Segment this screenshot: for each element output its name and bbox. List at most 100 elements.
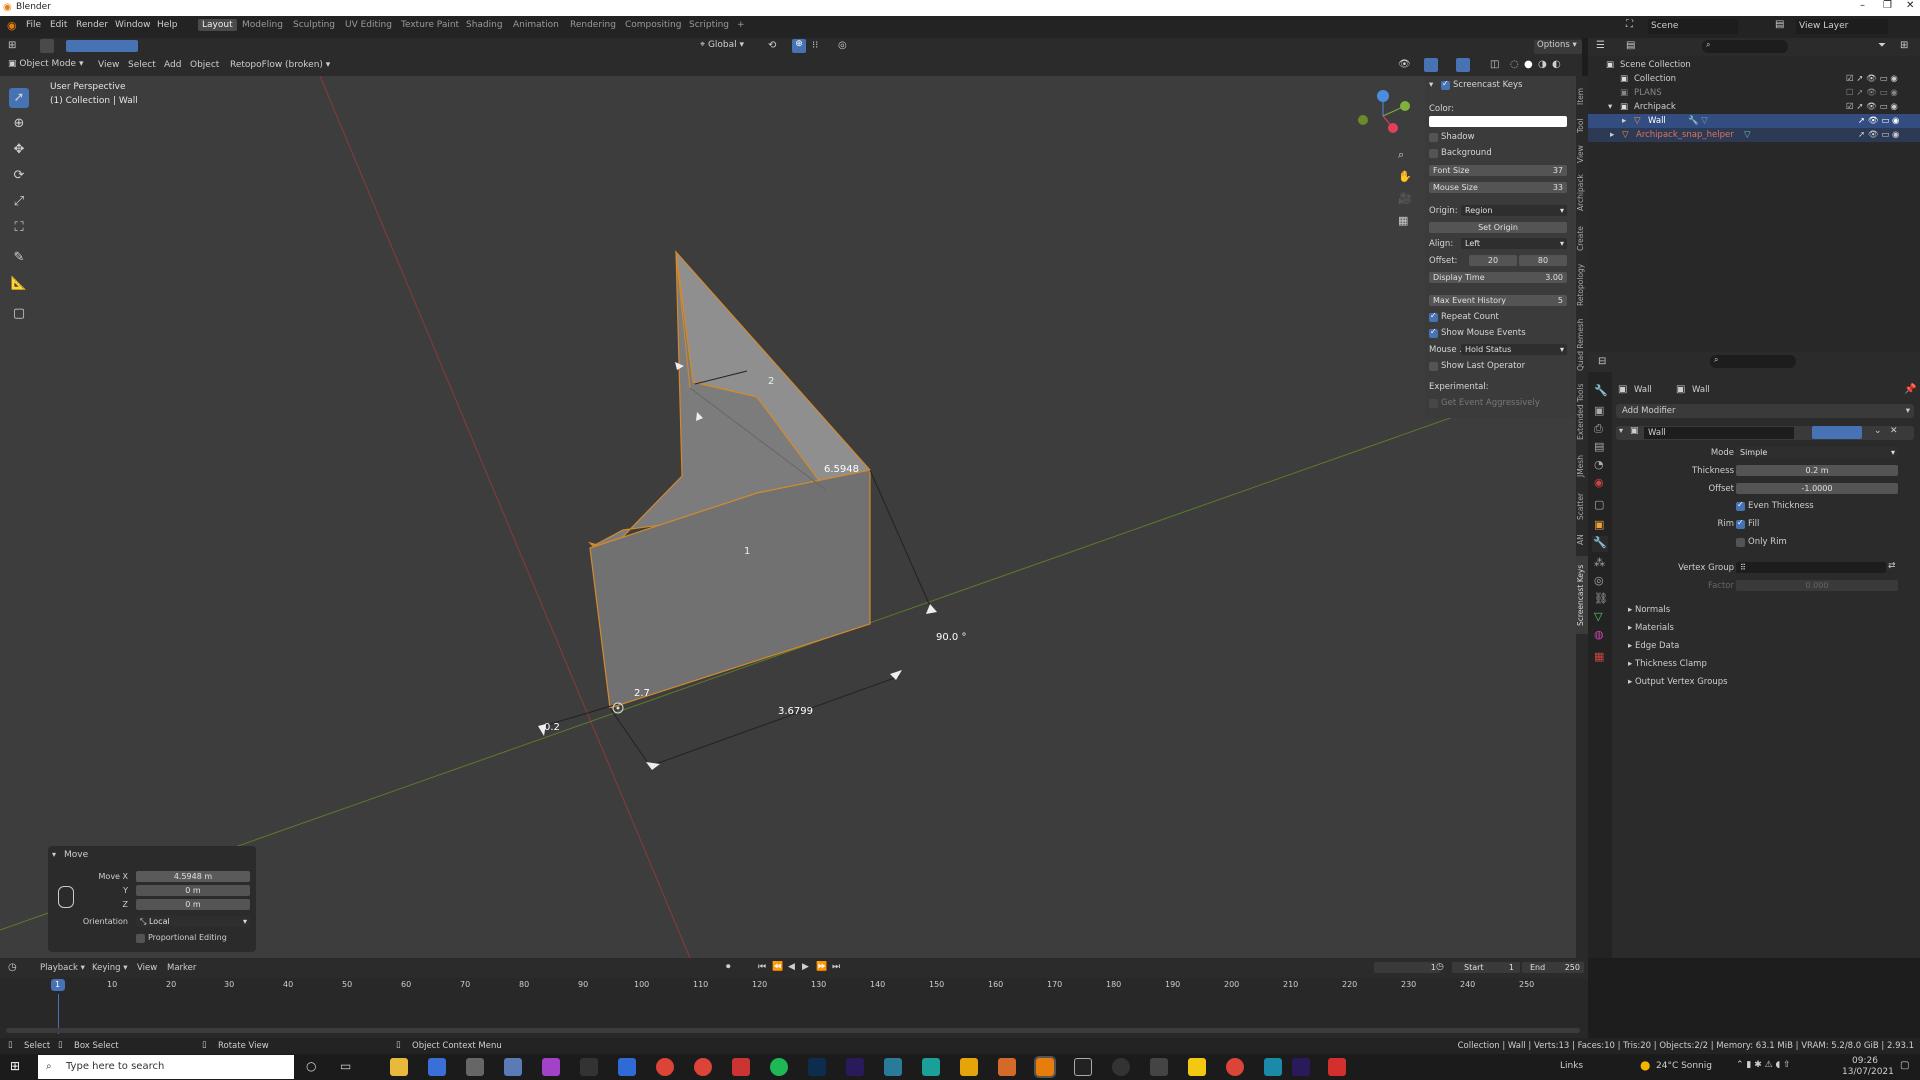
menu-help[interactable]: Help: [157, 20, 178, 30]
jump-end-icon[interactable]: ⏭: [832, 962, 840, 972]
section-materials[interactable]: ▸ Materials: [1628, 623, 1674, 633]
background-checkbox[interactable]: [1429, 149, 1438, 158]
display-time-field[interactable]: Display Time 3.00: [1429, 272, 1567, 283]
visibility-icons[interactable]: ☐ ➚ 👁 ▭ ◉: [1846, 86, 1898, 100]
data-tab-icon[interactable]: ▽: [1594, 610, 1602, 623]
outliner-search-input[interactable]: ⌕: [1702, 40, 1788, 53]
tab-create[interactable]: Create: [1576, 224, 1588, 254]
output-tab-icon[interactable]: ⎙: [1594, 422, 1603, 436]
shadow-checkbox[interactable]: [1429, 133, 1438, 142]
view-layer-icon[interactable]: ▤: [1775, 19, 1784, 30]
tab-sculpting[interactable]: Sculpting: [293, 20, 335, 30]
end-frame-field[interactable]: End 250: [1522, 962, 1584, 973]
3d-viewport[interactable]: User Perspective (1) Collection | Wall 2…: [0, 76, 1576, 958]
app-icon[interactable]: [732, 1058, 750, 1076]
notification-icon[interactable]: ▢: [1900, 1060, 1909, 1071]
timeline-view-menu[interactable]: View: [137, 963, 157, 973]
ortho-toggle-icon[interactable]: ▦: [1398, 214, 1408, 227]
tray-icons[interactable]: ⌃ ▮ ✱ ⚠ ◖ ⇧: [1736, 1060, 1791, 1070]
tab-scatter[interactable]: Scatter: [1576, 488, 1588, 524]
expand-icon[interactable]: ▾: [1608, 100, 1612, 114]
texture-tab-icon[interactable]: ▦: [1594, 650, 1604, 663]
record-icon[interactable]: ⏺: [726, 962, 731, 972]
menu-window[interactable]: Window: [115, 20, 151, 30]
outliner-item-snap-helper[interactable]: ▸ ▽ Archipack_snap_helper ▽ ➚ 👁 ▭ ◉: [1588, 128, 1920, 142]
proportional-editing-checkbox[interactable]: [136, 934, 145, 943]
app-icon[interactable]: [504, 1058, 522, 1076]
view-object-types-icon[interactable]: 👁: [1398, 59, 1411, 70]
tab-screencast-keys[interactable]: Screencast Keys: [1576, 556, 1588, 634]
factor-field[interactable]: 0.000: [1736, 580, 1898, 591]
even-thickness-checkbox[interactable]: [1736, 500, 1745, 511]
rendered-shading-icon[interactable]: ◐: [1552, 59, 1561, 70]
app-icon[interactable]: [1188, 1058, 1206, 1076]
viewport-scene[interactable]: [0, 76, 1576, 958]
maximize-icon[interactable]: ❐: [1883, 0, 1892, 11]
play-reverse-icon[interactable]: ◀: [788, 962, 795, 972]
task-view-icon[interactable]: ▭: [340, 1059, 351, 1073]
retopoflow-menu[interactable]: RetopoFlow (broken) ▾: [230, 60, 330, 70]
origin-dropdown[interactable]: Region ▾: [1461, 205, 1567, 216]
pan-hand-icon[interactable]: ✋: [1398, 170, 1412, 183]
visibility-icons[interactable]: ☑ ➚ 👁 ▭ ◉: [1846, 72, 1898, 86]
app-icon[interactable]: [1112, 1058, 1130, 1076]
collapse-icon[interactable]: ▾: [1429, 80, 1433, 90]
visibility-icons[interactable]: ☑ ➚ 👁 ▭ ◉: [1846, 100, 1898, 114]
invert-vertex-group-icon[interactable]: ⇄: [1888, 561, 1896, 571]
transform-tool-icon[interactable]: ⛶: [9, 218, 29, 238]
tab-tool[interactable]: Tool: [1576, 114, 1588, 138]
outliner-item-archipack[interactable]: ▾ ▣ Archipack ☑ ➚ 👁 ▭ ◉: [1588, 100, 1920, 114]
app-icon[interactable]: [618, 1058, 636, 1076]
tool-tab-icon[interactable]: 🔧: [1594, 384, 1608, 397]
repeat-count-checkbox[interactable]: [1429, 311, 1438, 322]
keying-menu[interactable]: Keying ▾: [92, 963, 128, 973]
app-icon[interactable]: [884, 1058, 902, 1076]
new-collection-icon[interactable]: ⊞: [1900, 40, 1908, 51]
add-cube-tool-icon[interactable]: ▢: [9, 304, 29, 324]
overlay-toggle-icon[interactable]: [1456, 58, 1470, 72]
rotate-tool-icon[interactable]: ⟳: [9, 166, 29, 186]
start-frame-field[interactable]: Start 1: [1452, 962, 1520, 973]
thickness-field[interactable]: 0.2 m: [1736, 465, 1898, 476]
world-tab-icon[interactable]: ◉: [1594, 476, 1604, 489]
global-transform-dropdown[interactable]: ⌖ Global ▾: [700, 40, 758, 50]
minimize-icon[interactable]: –: [1860, 0, 1865, 11]
color-swatch[interactable]: [1429, 116, 1567, 127]
filter-icon[interactable]: ⏷: [1878, 40, 1886, 51]
app-icon[interactable]: [998, 1058, 1016, 1076]
orientation-dropdown[interactable]: ⤡ Local ▾: [136, 916, 250, 927]
timeline-ruler[interactable]: 1 10 20 30 40 50 60 70 80 90 100 110 120…: [0, 978, 1588, 994]
get-event-checkbox[interactable]: [1429, 399, 1438, 408]
solidify-modifier-header[interactable]: ▾ ▣ Wall ⌄ ✕: [1616, 426, 1914, 440]
marker-menu[interactable]: Marker: [167, 963, 196, 973]
move-x-field[interactable]: 4.5948 m: [136, 871, 250, 882]
tab-animation[interactable]: Animation: [513, 20, 559, 30]
menu-edit[interactable]: Edit: [50, 20, 67, 30]
jump-start-icon[interactable]: ⏮: [758, 962, 766, 972]
outliner-editor-icon[interactable]: ☰: [1596, 40, 1605, 51]
particles-tab-icon[interactable]: ⁂: [1594, 556, 1605, 569]
outliner-item-plans[interactable]: ▣ PLANS ☐ ➚ 👁 ▭ ◉: [1588, 86, 1920, 100]
show-mouse-events-checkbox[interactable]: [1429, 327, 1438, 338]
wireframe-shading-icon[interactable]: ◌: [1510, 59, 1519, 70]
weather-text[interactable]: 24°C Sonnig: [1656, 1061, 1712, 1071]
timeline-scrollbar[interactable]: [6, 1028, 1580, 1033]
select-tool-icon[interactable]: ➚: [9, 88, 29, 108]
visibility-icons[interactable]: ➚ 👁 ▭ ◉: [1858, 114, 1899, 128]
prev-key-icon[interactable]: ⏪: [772, 962, 783, 972]
scale-tool-icon[interactable]: ⤢: [9, 192, 29, 212]
media-encoder-icon[interactable]: [846, 1058, 864, 1076]
material-tab-icon[interactable]: ◍: [1594, 628, 1604, 641]
screencast-header[interactable]: ▾ Screencast Keys: [1429, 79, 1571, 90]
object-tab-icon[interactable]: ▣: [1594, 518, 1604, 531]
section-edge-data[interactable]: ▸ Edge Data: [1628, 641, 1679, 651]
tab-item[interactable]: Item: [1576, 84, 1588, 108]
app-icon[interactable]: [542, 1058, 560, 1076]
properties-editor-icon[interactable]: ⊟: [1598, 356, 1606, 367]
camera-view-icon[interactable]: 🎥: [1398, 192, 1412, 205]
vertex-group-field[interactable]: ⠿: [1736, 562, 1886, 573]
screencast-enable-checkbox[interactable]: [1441, 79, 1450, 90]
chrome-icon[interactable]: [656, 1058, 674, 1076]
app-icon[interactable]: [1074, 1058, 1092, 1076]
file-explorer-icon[interactable]: [390, 1058, 408, 1076]
